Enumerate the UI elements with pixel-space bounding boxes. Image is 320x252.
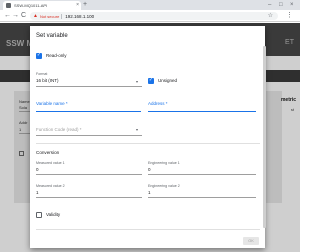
warning-icon: ▲ <box>33 12 38 19</box>
new-tab-icon[interactable]: + <box>83 1 87 9</box>
address-label: Address * <box>148 101 168 106</box>
bg-checkbox <box>19 151 24 156</box>
measured-value-1-label: Measured value 1 <box>36 161 65 165</box>
engineering-value-2-label: Engineering value 2 <box>148 184 180 188</box>
forward-icon[interactable]: → <box>12 11 19 21</box>
engineering-value-2-underline <box>148 197 256 198</box>
maximize-icon[interactable]: □ <box>279 1 283 9</box>
browser-menu-icon[interactable]: ⋮ <box>286 11 293 21</box>
measured-value-1-input[interactable]: 0 <box>36 167 39 172</box>
function-code-label: Function Code (read) * <box>36 127 82 132</box>
page-favicon-icon <box>6 3 11 8</box>
bookmark-star-icon[interactable]: ☆ <box>268 12 273 20</box>
variable-name-label: Variable name * <box>36 101 68 106</box>
unsigned-checkbox[interactable]: ✓ <box>148 77 154 84</box>
variable-name-input[interactable] <box>36 111 141 112</box>
minimize-icon[interactable]: – <box>268 1 271 9</box>
bg-right-label: metric <box>280 97 296 103</box>
dialog-title: Set variable <box>36 33 68 39</box>
address-input[interactable] <box>148 111 256 112</box>
reload-icon[interactable]: C <box>21 11 26 21</box>
address-bar[interactable]: ▲ Not secure 192.168.1.100 ☆ <box>30 12 278 20</box>
tab-title: SSW-MQ1011-API <box>14 3 48 8</box>
set-variable-dialog: Set variable ✓ Read-only Format 16 bit (… <box>30 26 265 248</box>
chevron-down-icon[interactable]: ▾ <box>136 79 138 84</box>
ok-button[interactable]: OK <box>243 237 259 245</box>
omnibox-separator <box>61 13 63 19</box>
bg-name-value: Sola <box>19 105 28 110</box>
engineering-value-1-underline <box>148 174 256 175</box>
chevron-down-icon[interactable]: ▾ <box>136 127 138 132</box>
url-text[interactable]: 192.168.1.100 <box>65 14 94 19</box>
bg-addr-value: 1 <box>19 127 22 132</box>
checkmark-icon: ✓ <box>36 52 42 58</box>
window-close-icon[interactable]: × <box>290 1 294 9</box>
dialog-scrollbar[interactable] <box>263 46 266 228</box>
measured-value-2-underline <box>36 197 142 198</box>
engineering-value-1-label: Engineering value 1 <box>148 161 180 165</box>
bg-name-label: Name <box>19 99 30 104</box>
measured-value-1-underline <box>36 174 142 175</box>
bg-right-value: st <box>290 107 294 112</box>
validity-checkbox[interactable] <box>36 212 42 218</box>
checkmark-icon: ✓ <box>148 77 154 83</box>
format-underline <box>36 86 142 87</box>
bg-addr-label: Addr <box>19 120 28 125</box>
footer-divider <box>36 229 260 230</box>
engineering-value-2-input[interactable]: 1 <box>148 190 151 195</box>
tab-close-icon[interactable]: × <box>76 3 79 8</box>
engineering-value-1-input[interactable]: 0 <box>148 167 151 172</box>
read-only-checkbox[interactable]: ✓ <box>36 52 42 59</box>
validity-label: Validity <box>46 212 61 217</box>
measured-value-2-label: Measured value 2 <box>36 184 65 188</box>
not-secure-label: Not secure <box>39 13 60 19</box>
function-code-select[interactable] <box>36 135 142 136</box>
browser-tab-strip: SSW-MQ1011-API × + – □ × <box>0 0 300 10</box>
browser-toolbar: ← → C ▲ Not secure 192.168.1.100 ☆ ⋮ <box>0 10 300 22</box>
format-select[interactable]: 16 bit (INT) <box>36 78 59 83</box>
format-label: Format <box>36 72 48 76</box>
read-only-label: Read-only <box>46 53 67 58</box>
app-header-right: ET <box>285 39 294 46</box>
browser-tab[interactable]: SSW-MQ1011-API × <box>3 1 81 10</box>
measured-value-2-input[interactable]: 1 <box>36 190 39 195</box>
section-divider <box>36 143 260 144</box>
conversion-title: Conversion <box>36 150 60 155</box>
unsigned-label: Unsigned <box>158 78 178 83</box>
back-icon[interactable]: ← <box>4 11 11 21</box>
